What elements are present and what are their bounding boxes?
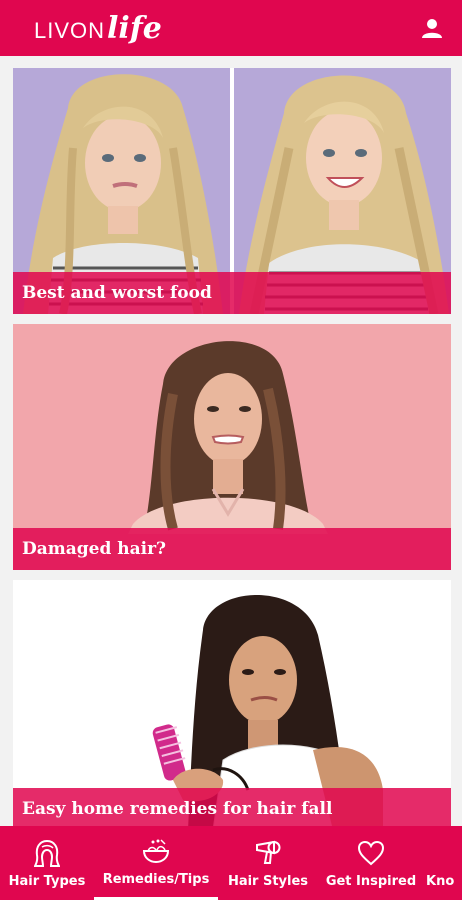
article-title: Easy home remedies for hair fall [13,788,451,830]
article-title: Best and worst food [13,272,451,314]
heart-icon [356,838,386,868]
logo-text-livon: LIVON [34,17,106,43]
article-title: Damaged hair? [13,528,451,570]
article-card-damaged-hair[interactable]: Damaged hair? [13,324,451,570]
nav-label: Remedies/Tips [102,872,210,887]
nav-item-hair-styles[interactable]: Hair Styles [218,826,318,900]
bottom-navigation: Hair Types Remedies/Tips Hair Styles Get… [0,826,462,900]
article-feed: Best and worst food Damaged hair? Easy h… [13,68,451,840]
nav-item-partial[interactable]: Kno [424,826,462,900]
hair-head-icon [32,838,62,868]
nav-item-remedies-tips[interactable]: Remedies/Tips [94,826,218,900]
nav-item-get-inspired[interactable]: Get Inspired [318,826,424,900]
app-bar: LIVON life [0,0,462,56]
logo-text-life: life [107,10,162,46]
nav-label: Hair Types [8,873,86,889]
nav-item-hair-types[interactable]: Hair Types [0,826,94,900]
nav-label: Kno [426,873,455,889]
article-card-home-remedies[interactable]: Easy home remedies for hair fall [13,580,451,830]
user-icon[interactable] [418,14,446,42]
nav-label: Get Inspired [325,873,417,889]
nav-label: Hair Styles [227,873,309,889]
hair-dryer-icon [253,838,283,868]
livon-life-logo[interactable]: LIVON life [34,11,162,46]
article-card-best-worst-food[interactable]: Best and worst food [13,68,451,314]
bowl-icon [141,836,171,866]
